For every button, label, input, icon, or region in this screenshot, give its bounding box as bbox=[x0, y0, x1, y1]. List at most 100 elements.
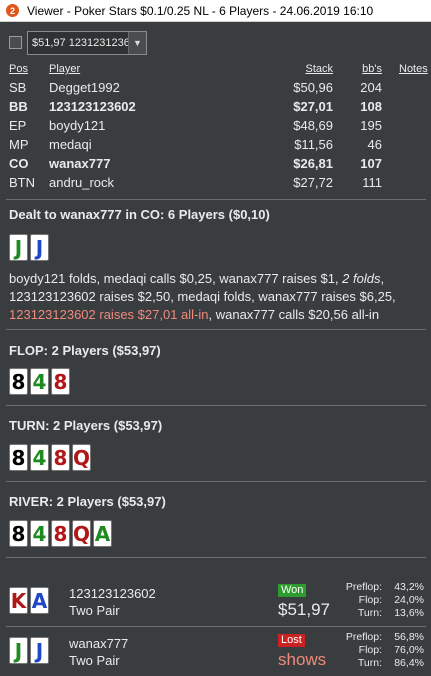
river-cards: 848QA bbox=[9, 520, 112, 547]
table-row[interactable]: BB 123123123602 $27,01 108 bbox=[0, 97, 431, 116]
cell-stack: $11,56 bbox=[294, 137, 333, 152]
select-checkbox[interactable] bbox=[9, 36, 22, 49]
table-row[interactable]: EP boydy121 $48,69 195 bbox=[0, 116, 431, 135]
table-row[interactable]: MP medaqi $11,56 46 bbox=[0, 135, 431, 154]
cell-stack: $48,69 bbox=[293, 118, 333, 133]
cell-pos: BTN bbox=[9, 175, 35, 190]
preflop-title: Dealt to wanax777 in CO: 6 Players ($0,1… bbox=[9, 207, 270, 222]
equity-stat: Turn: 13,6% bbox=[330, 607, 426, 620]
card-rank: J bbox=[14, 235, 23, 260]
cell-player: Degget1992 bbox=[49, 80, 120, 95]
cell-player: boydy121 bbox=[49, 118, 106, 133]
result-hand-rank: Two Pair bbox=[69, 603, 120, 618]
hand-select-value: $51,97 123123123602 bbox=[32, 37, 128, 49]
cell-pos: MP bbox=[9, 137, 29, 152]
stat-label: Turn: bbox=[357, 657, 382, 669]
playing-card: J bbox=[30, 637, 49, 664]
playing-card: J bbox=[9, 234, 28, 261]
playing-card: A bbox=[93, 520, 112, 547]
hole-cards: JJ bbox=[9, 234, 49, 261]
playing-card: 8 bbox=[9, 368, 28, 395]
cell-bb: 204 bbox=[360, 80, 382, 95]
divider bbox=[6, 199, 426, 200]
result-amount: $51,97 bbox=[278, 600, 330, 619]
card-rank: 8 bbox=[11, 369, 26, 394]
toolbar: $51,97 123123123602 ▼ bbox=[0, 28, 431, 58]
cell-bb: 46 bbox=[367, 137, 382, 152]
divider bbox=[6, 626, 426, 627]
card-rank: J bbox=[35, 638, 44, 663]
header-pos[interactable]: Pos bbox=[9, 63, 28, 75]
playing-card: 4 bbox=[30, 520, 49, 547]
playing-card: 8 bbox=[51, 368, 70, 395]
cell-stack: $26,81 bbox=[293, 156, 333, 171]
card-rank: 4 bbox=[32, 445, 47, 470]
card-rank: J bbox=[14, 638, 23, 663]
result-hand-rank: Two Pair bbox=[69, 653, 120, 668]
turn-title: TURN: 2 Players ($53,97) bbox=[9, 418, 163, 433]
divider bbox=[6, 405, 426, 406]
card-rank: 8 bbox=[53, 369, 68, 394]
result-amount: shows bbox=[278, 650, 327, 669]
card-rank: Q bbox=[73, 521, 91, 546]
header-notes[interactable]: Notes bbox=[399, 63, 428, 75]
stat-value: 76,0% bbox=[394, 644, 424, 656]
card-rank: J bbox=[35, 235, 44, 260]
title-bar: 2 Viewer - Poker Stars $0.1/0.25 NL - 6 … bbox=[0, 0, 431, 22]
card-rank: 8 bbox=[11, 445, 26, 470]
playing-card: 4 bbox=[30, 444, 49, 471]
players-table: Pos Player Stack bb's Notes SB Degget1992… bbox=[0, 63, 431, 192]
cell-pos: SB bbox=[9, 80, 27, 95]
cell-player: wanax777 bbox=[49, 156, 111, 171]
playing-card: 8 bbox=[51, 520, 70, 547]
divider bbox=[6, 329, 426, 330]
stat-label: Turn: bbox=[357, 607, 382, 619]
result-player-name: 123123123602 bbox=[69, 586, 156, 601]
hole-cards: KA bbox=[9, 587, 49, 614]
equity-stats: Preflop: 43,2% Flop: 24,0% Turn: 13,6% bbox=[330, 581, 426, 620]
result-row-winner: K A 123123123602 Two Pair Won $51,97 Preflop: 4… bbox=[0, 580, 431, 624]
cell-pos: CO bbox=[9, 156, 29, 171]
stat-value: 24,0% bbox=[394, 594, 424, 606]
result-badge: Won bbox=[278, 584, 307, 597]
header-player[interactable]: Player bbox=[49, 63, 80, 75]
stat-label: Flop: bbox=[358, 594, 382, 606]
cell-stack: $27,72 bbox=[293, 175, 333, 190]
equity-stat: Turn: 86,4% bbox=[330, 657, 426, 670]
stat-value: 86,4% bbox=[394, 657, 424, 669]
table-row[interactable]: SB Degget1992 $50,96 204 bbox=[0, 78, 431, 97]
playing-card: J bbox=[30, 234, 49, 261]
chevron-down-icon[interactable]: ▼ bbox=[128, 32, 146, 54]
equity-stat: Flop: 76,0% bbox=[330, 644, 426, 657]
playing-card: Q bbox=[72, 444, 91, 471]
card-rank: 8 bbox=[53, 521, 68, 546]
header-stack[interactable]: Stack bbox=[305, 63, 333, 75]
table-row[interactable]: BTN andru_rock $27,72 111 bbox=[0, 173, 431, 192]
playing-card: 8 bbox=[51, 444, 70, 471]
card-rank: K bbox=[10, 588, 27, 613]
equity-stat: Preflop: 56,8% bbox=[330, 631, 426, 644]
equity-stat: Preflop: 43,2% bbox=[330, 581, 426, 594]
result-player-name: wanax777 bbox=[69, 636, 129, 651]
stat-label: Preflop: bbox=[345, 631, 382, 643]
card-rank: 8 bbox=[53, 445, 68, 470]
action-line: , wanax777 calls $20,56 all-in bbox=[208, 307, 380, 322]
preflop-actions: boydy121 folds, medaqi calls $0,25, wana… bbox=[9, 270, 424, 324]
flop-cards: 848 bbox=[9, 368, 70, 395]
card-rank: 4 bbox=[32, 521, 47, 546]
cell-stack: $50,96 bbox=[293, 80, 333, 95]
cell-bb: 107 bbox=[360, 156, 382, 171]
table-row[interactable]: CO wanax777 $26,81 107 bbox=[0, 154, 431, 173]
card-rank: Q bbox=[73, 445, 91, 470]
stat-label: Preflop: bbox=[345, 581, 382, 593]
stat-value: 56,8% bbox=[394, 631, 424, 643]
divider bbox=[6, 481, 426, 482]
result-badge: Lost bbox=[278, 634, 305, 647]
playing-card: K bbox=[9, 587, 28, 614]
playing-card: 8 bbox=[9, 444, 28, 471]
cell-bb: 108 bbox=[360, 99, 382, 114]
stat-value: 13,6% bbox=[394, 607, 424, 619]
hand-select-dropdown[interactable]: $51,97 123123123602 ▼ bbox=[27, 31, 147, 55]
playing-card: A bbox=[30, 587, 49, 614]
header-bb[interactable]: bb's bbox=[362, 63, 382, 75]
